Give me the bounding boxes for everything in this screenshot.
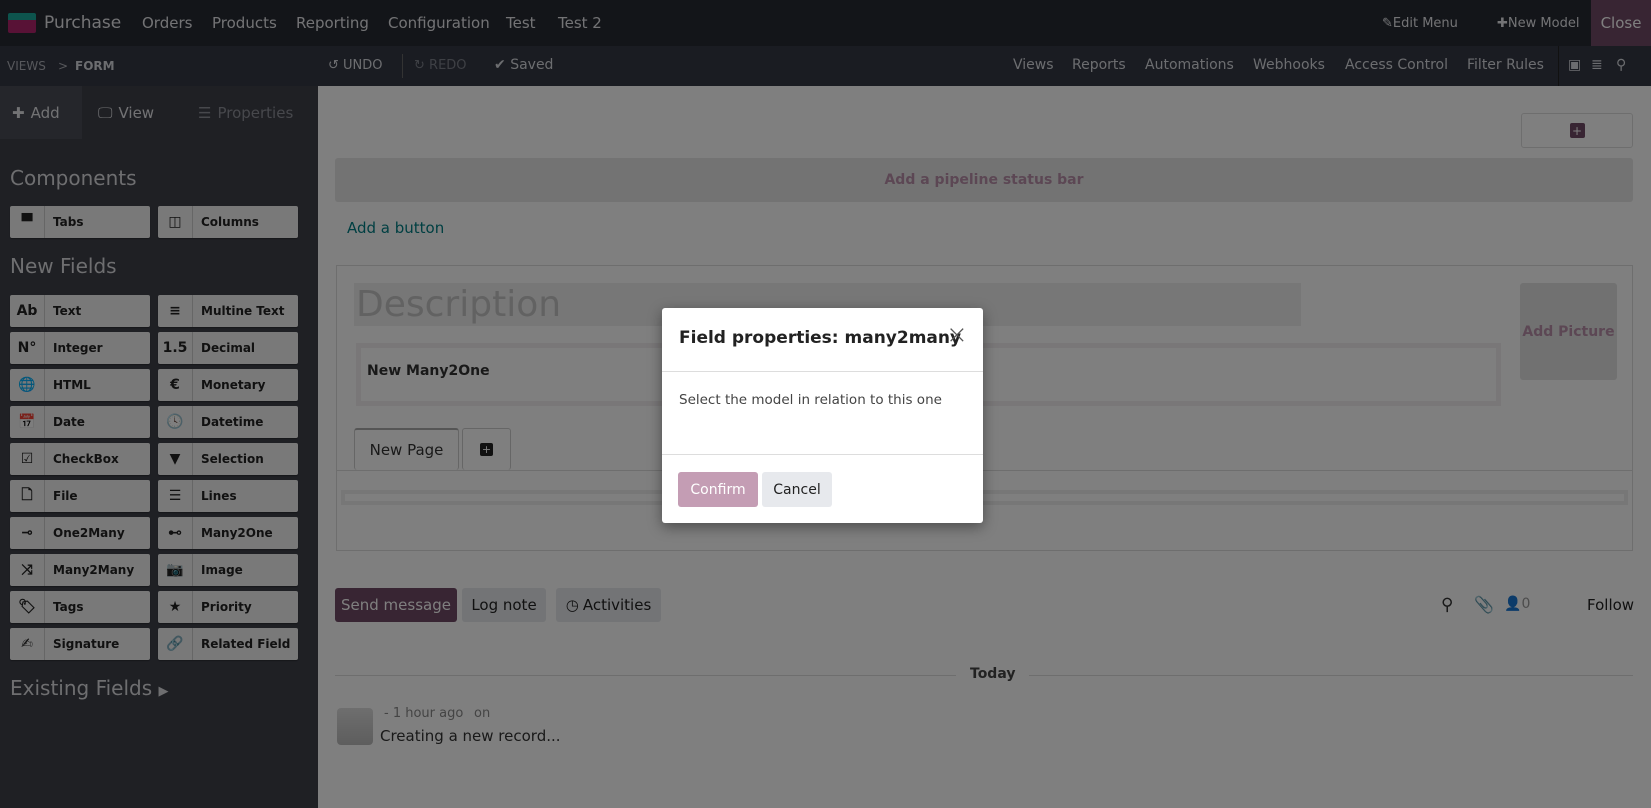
divider: [662, 454, 983, 455]
divider: [662, 371, 983, 372]
close-icon[interactable]: ×: [946, 320, 968, 350]
dialog-body-text: Select the model in relation to this one: [679, 392, 942, 408]
dialog-title: Field properties: many2many: [679, 328, 962, 348]
cancel-button[interactable]: Cancel: [762, 472, 832, 507]
confirm-button[interactable]: Confirm: [678, 472, 758, 507]
field-properties-dialog: Field properties: many2many × Select the…: [662, 308, 983, 523]
